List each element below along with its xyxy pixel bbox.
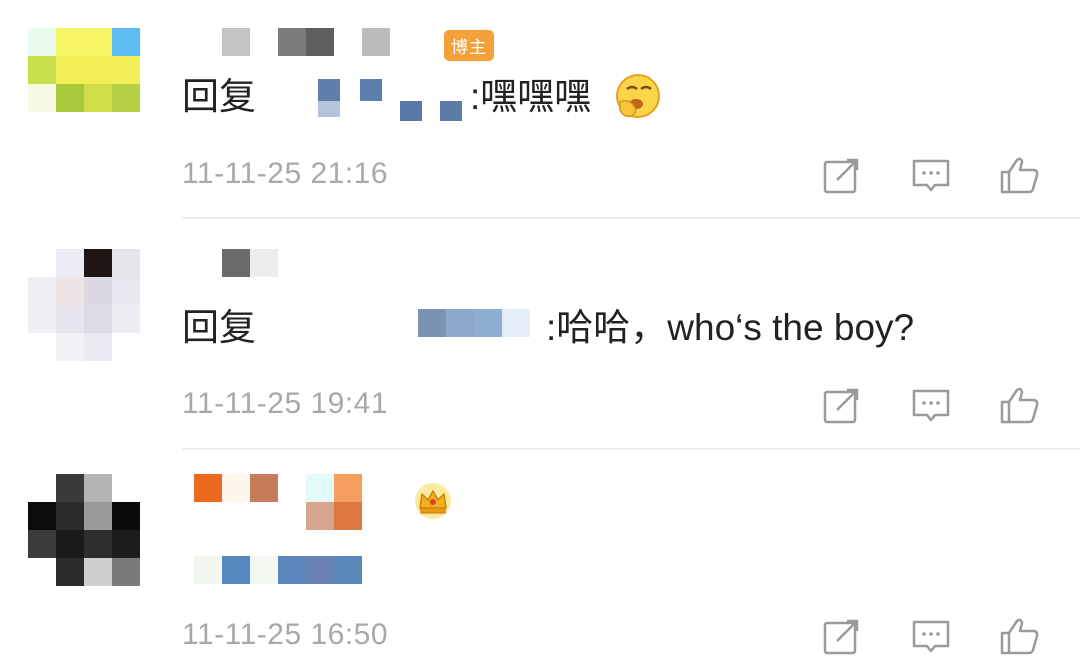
avatar[interactable] [28, 249, 140, 361]
comment-item: 回复 :哈哈，who‘s the boy? 11-11-25 19:41 [0, 219, 1080, 449]
yawn-emoji [614, 72, 662, 120]
username-pixelated[interactable] [182, 249, 542, 285]
share-icon[interactable] [820, 383, 864, 427]
blogger-badge: 博主 [444, 30, 494, 61]
avatar[interactable] [28, 474, 140, 586]
reply-target-pixelated[interactable] [282, 72, 472, 122]
reply-label: 回复 [182, 76, 256, 117]
share-icon[interactable] [820, 153, 864, 197]
like-icon[interactable] [998, 614, 1042, 658]
timestamp: 11-11-25 19:41 [182, 387, 389, 420]
reply-label: 回复 [182, 307, 256, 348]
reply-row: 回复 :哈哈，who‘s the boy? [182, 303, 982, 353]
like-icon[interactable] [998, 153, 1042, 197]
action-bar [820, 153, 1050, 203]
comment-icon[interactable] [909, 383, 953, 427]
action-bar [820, 383, 1050, 433]
crown-icon [414, 482, 452, 520]
reply-target-pixelated[interactable] [418, 309, 530, 337]
reply-content: :嘿嘿嘿 [470, 76, 592, 117]
comment-content-pixelated [182, 556, 382, 584]
comment-item: 11-11-25 16:50 [0, 450, 1080, 669]
comment-icon[interactable] [909, 614, 953, 658]
avatar[interactable] [28, 28, 140, 112]
share-icon[interactable] [820, 614, 864, 658]
action-bar [820, 614, 1050, 664]
comment-item: 博主 回复 :嘿嘿嘿 11-11-25 21:16 [0, 0, 1080, 218]
comment-icon[interactable] [909, 153, 953, 197]
timestamp: 11-11-25 16:50 [182, 618, 389, 651]
reply-content: :哈哈，who‘s the boy? [546, 307, 915, 348]
like-icon[interactable] [998, 383, 1042, 427]
username-pixelated[interactable] [182, 472, 382, 532]
timestamp: 11-11-25 21:16 [182, 157, 389, 190]
